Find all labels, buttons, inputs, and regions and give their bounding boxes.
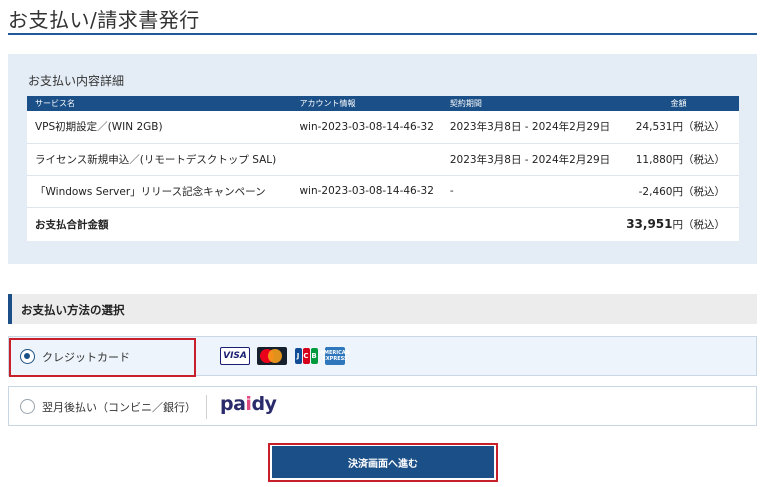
amex-logo: AMERICAN EXPRESS <box>320 347 350 365</box>
table-row: VPS初期設定／(WIN 2GB) win-2023-03-08-14-46-3… <box>27 111 739 144</box>
total-suffix: 円（税込） <box>672 218 726 231</box>
mastercard-logo <box>257 347 287 365</box>
proceed-to-payment-button[interactable]: 決済画面へ進む <box>272 446 494 478</box>
total-label: お支払合計金額 <box>35 218 109 231</box>
title-divider <box>8 33 757 35</box>
cell-account: win-2023-03-08-14-46-32 <box>291 111 442 144</box>
column-header-account: アカウント情報 <box>291 96 442 111</box>
table-row: 「Windows Server」リリース記念キャンペーン win-2023-03… <box>27 175 739 208</box>
cell-period: 2023年3月8日 - 2024年2月29日 <box>441 111 619 144</box>
cell-account: win-2023-03-08-14-46-32 <box>291 175 442 208</box>
cell-service: 「Windows Server」リリース記念キャンペーン <box>27 175 292 208</box>
credit-card-radio[interactable] <box>20 349 35 364</box>
payment-details-heading: お支払い内容詳細 <box>28 74 125 88</box>
cell-amount: 24,531円（税込） <box>618 111 739 144</box>
visa-logo: VISA <box>220 347 250 365</box>
payment-option-deferred[interactable]: 翌月後払い（コンビニ／銀行） paidy <box>8 386 757 426</box>
cell-period: - <box>441 175 619 208</box>
cell-amount: 11,880円（税込） <box>618 143 739 176</box>
jcb-logo: J C B <box>294 347 318 365</box>
total-value: 33,951 <box>626 216 673 231</box>
cell-account <box>291 143 442 176</box>
payment-method-heading: お支払い方法の選択 <box>21 303 125 317</box>
column-header-amount: 金額 <box>618 96 739 111</box>
cell-amount: -2,460円（税込） <box>618 175 739 208</box>
cell-service: VPS初期設定／(WIN 2GB) <box>27 111 292 144</box>
deferred-payment-radio[interactable] <box>20 399 35 414</box>
cell-service: ライセンス新規申込／(リモートデスクトップ SAL) <box>27 143 292 176</box>
total-amount: 33,951円（税込） <box>618 207 739 241</box>
table-row: ライセンス新規申込／(リモートデスクトップ SAL) 2023年3月8日 - 2… <box>27 143 739 176</box>
page-title: お支払い/請求書発行 <box>8 8 200 32</box>
table-header-row: サービス名 アカウント情報 契約期間 金額 <box>27 96 739 111</box>
cell-period: 2023年3月8日 - 2024年2月29日 <box>441 143 619 176</box>
payment-details-panel: お支払い内容詳細 サービス名 アカウント情報 契約期間 金額 VPS初期設定／(… <box>8 54 757 264</box>
credit-card-label: クレジットカード <box>42 351 130 364</box>
payment-option-credit-card[interactable]: クレジットカード VISA J C B AMERICAN EXPRESS <box>8 336 757 376</box>
deferred-payment-label: 翌月後払い（コンビニ／銀行） <box>42 401 196 414</box>
option-divider <box>206 395 207 419</box>
paidy-logo: paidy <box>220 393 277 415</box>
payment-method-header: お支払い方法の選択 <box>8 294 757 324</box>
column-header-service: サービス名 <box>27 96 292 111</box>
total-row: お支払合計金額 33,951円（税込） <box>27 207 739 241</box>
column-header-period: 契約期間 <box>441 96 619 111</box>
card-brand-logos: VISA J C B AMERICAN EXPRESS <box>220 347 350 365</box>
payment-details-table: サービス名 アカウント情報 契約期間 金額 VPS初期設定／(WIN 2GB) … <box>27 96 739 241</box>
